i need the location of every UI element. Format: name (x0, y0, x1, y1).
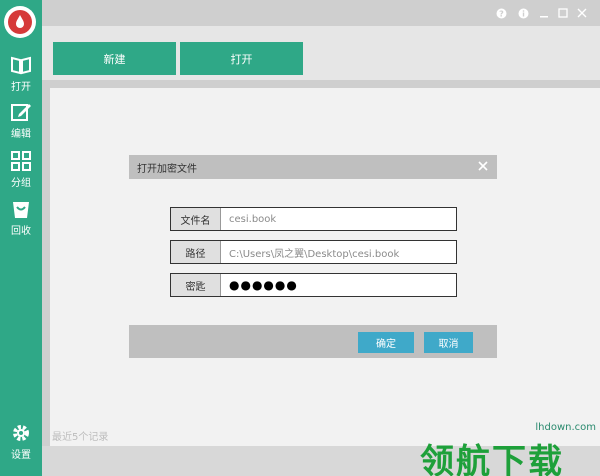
open-encrypted-file-dialog: 文件名 cesi.book 路径 C:\Users\凤之翼\Desktop\ce… (129, 179, 497, 358)
path-input[interactable]: C:\Users\凤之翼\Desktop\cesi.book (221, 241, 456, 263)
watermark: lhdown.com 领航下载 (418, 418, 600, 476)
confirm-button[interactable]: 确定 (358, 332, 414, 353)
field-label: 文件名 (171, 208, 221, 230)
help-icon[interactable]: ? (494, 6, 508, 20)
grid-icon (11, 151, 31, 171)
svg-text:?: ? (499, 9, 504, 18)
info-icon[interactable] (516, 6, 530, 20)
sidebar-item-label: 编辑 (11, 129, 31, 140)
watermark-url: lhdown.com (535, 422, 596, 433)
sidebar-item-label: 分组 (11, 178, 31, 189)
sidebar: 打开 编辑 分组 回收 设置 (0, 0, 42, 476)
sidebar-item-group[interactable]: 分组 (0, 146, 42, 192)
field-label: 密匙 (171, 274, 221, 296)
minimize-icon[interactable] (537, 6, 551, 20)
gear-icon (13, 425, 29, 441)
sidebar-item-open[interactable]: 打开 (0, 50, 42, 96)
book-icon (11, 56, 31, 75)
recycle-bin-icon (13, 202, 29, 218)
dialog-title: 打开加密文件 (137, 164, 197, 175)
maximize-icon[interactable] (556, 6, 570, 20)
toolbar: 新建 打开 (42, 26, 600, 80)
filename-input[interactable]: cesi.book (221, 208, 456, 230)
recent-records-text[interactable]: 最近5个记录 (52, 428, 108, 443)
flame-icon (8, 10, 32, 34)
title-bar: ? (42, 0, 600, 26)
sidebar-item-recycle[interactable]: 回收 (0, 194, 42, 240)
app-logo (4, 6, 36, 38)
sidebar-item-settings[interactable]: 设置 (0, 418, 42, 464)
sidebar-item-label: 设置 (11, 450, 31, 461)
sidebar-item-label: 回收 (11, 226, 31, 237)
sidebar-item-edit[interactable]: 编辑 (0, 97, 42, 143)
dialog-header: 打开加密文件 (129, 155, 497, 179)
close-icon[interactable] (476, 159, 490, 173)
sidebar-item-label: 打开 (11, 82, 31, 93)
close-icon[interactable] (575, 6, 589, 20)
password-field[interactable]: 密匙 ●●●●●● (170, 273, 457, 297)
filename-field[interactable]: 文件名 cesi.book (170, 207, 457, 231)
edit-icon (11, 104, 31, 121)
new-button[interactable]: 新建 (53, 42, 176, 75)
watermark-text: 领航下载 (420, 442, 564, 476)
field-label: 路径 (171, 241, 221, 263)
path-field[interactable]: 路径 C:\Users\凤之翼\Desktop\cesi.book (170, 240, 457, 264)
cancel-button[interactable]: 取消 (424, 332, 473, 353)
password-input[interactable]: ●●●●●● (221, 274, 456, 296)
open-button[interactable]: 打开 (180, 42, 303, 75)
dialog-footer: 确定 取消 (129, 325, 497, 358)
